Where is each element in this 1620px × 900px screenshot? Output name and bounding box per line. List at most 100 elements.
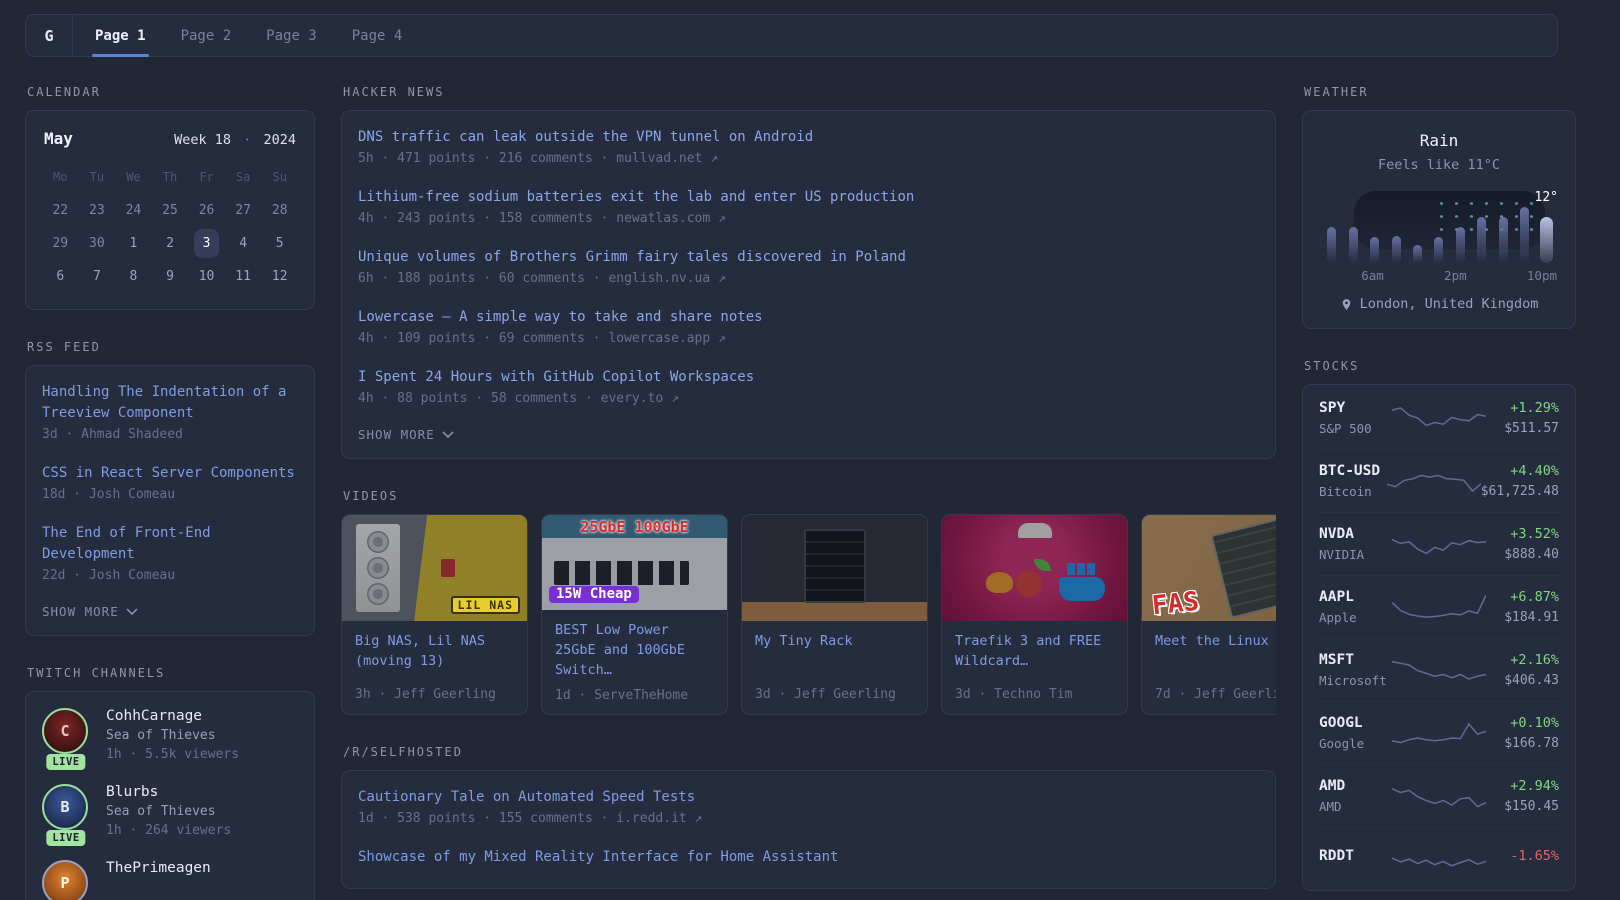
avatar-initial: C [60, 722, 69, 740]
weather-widget: WEATHER Rain Feels like 11°C [1302, 85, 1576, 329]
video-card: 25GbE 100GbE 15W Cheap BEST Low Power 25… [541, 514, 728, 715]
stock-row[interactable]: AMD AMD +2.94% $150.45 [1319, 764, 1559, 827]
calendar-card: May Week 18 · 2024 Mo Tu We Th Fr [25, 110, 315, 310]
weather-bar [1434, 237, 1443, 263]
rss-item-title[interactable]: The End of Front-End Development [42, 523, 298, 565]
hn-item-title[interactable]: Lowercase – A simple way to take and sha… [358, 307, 1259, 328]
stock-price: $406.43 [1486, 673, 1559, 688]
video-title[interactable]: BEST Low Power 25GbE and 100GbE Switch… [542, 610, 727, 680]
calendar-day: 6 [42, 260, 79, 293]
stock-row[interactable]: MSFT Microsoft +2.16% $406.43 [1319, 638, 1559, 701]
chevron-down-icon [126, 608, 138, 616]
stock-row[interactable]: NVDA NVIDIA +3.52% $888.40 [1319, 512, 1559, 575]
video-title[interactable]: Meet the Linux Clu [1142, 621, 1276, 651]
rss-item: The End of Front-End Development 22d · J… [42, 523, 298, 583]
weather-bar [1499, 217, 1508, 263]
stock-ticker: NVDA [1319, 526, 1392, 542]
weekday-header: We [115, 162, 152, 194]
weather-bar [1349, 227, 1358, 263]
hn-item-meta: 4h · 109 points · 69 comments · lowercas… [358, 331, 1259, 346]
tab-page-4[interactable]: Page 4 [352, 15, 403, 56]
selected-day-number: 3 [194, 229, 220, 258]
video-card: FAS Meet the Linux Clu 7d · Jeff Geerlin… [1141, 514, 1276, 715]
app-logo[interactable]: G [26, 15, 73, 56]
twitch-channel-row: B LIVE Blurbs Sea of Thieves 1h · 264 vi… [42, 784, 298, 838]
hn-item-title[interactable]: I Spent 24 Hours with GitHub Copilot Wor… [358, 367, 1259, 388]
hn-show-more-button[interactable]: SHOW MORE [358, 427, 1259, 442]
calendar-day: 28 [261, 194, 298, 227]
video-thumbnail[interactable]: LIL NAS [342, 515, 527, 621]
stock-row[interactable]: BTC-USD Bitcoin +4.40% $61,725.48 [1319, 449, 1559, 512]
stock-row[interactable]: AAPL Apple +6.87% $184.91 [1319, 575, 1559, 638]
rss-item-title[interactable]: Handling The Indentation of a Treeview C… [42, 382, 298, 424]
avatar[interactable]: B [42, 784, 88, 830]
thumbnail-art [1034, 559, 1051, 571]
videos-carousel: LIL NAS Big NAS, Lil NAS (moving 13) 3h … [341, 514, 1276, 715]
calendar-grid: Mo Tu We Th Fr Sa Su 22 23 24 25 26 27 2… [42, 162, 298, 293]
calendar-day: 23 [79, 194, 116, 227]
reddit-item-title[interactable]: Showcase of my Mixed Reality Interface f… [358, 847, 1259, 868]
rss-card: Handling The Indentation of a Treeview C… [25, 365, 315, 636]
thumbnail-text: FAS [1151, 587, 1201, 621]
video-thumbnail[interactable] [742, 515, 927, 621]
twitch-channel-name[interactable]: ThePrimeagen [106, 860, 211, 876]
show-more-label: SHOW MORE [42, 604, 119, 619]
weekday-header: Tu [79, 162, 116, 194]
reddit-item-meta: 1d · 538 points · 155 comments · i.redd.… [358, 811, 1259, 826]
stock-name: Google [1319, 736, 1392, 751]
video-thumbnail[interactable] [942, 515, 1127, 621]
calendar-day: 2 [152, 227, 189, 260]
thumbnail-art [1016, 571, 1042, 597]
tab-page-2[interactable]: Page 2 [181, 15, 232, 56]
reddit-item-title[interactable]: Cautionary Tale on Automated Speed Tests [358, 787, 1259, 808]
twitch-channel-name[interactable]: CohhCarnage [106, 708, 239, 724]
rss-item-title[interactable]: CSS in React Server Components [42, 463, 298, 484]
hn-item-title[interactable]: Unique volumes of Brothers Grimm fairy t… [358, 247, 1259, 268]
stock-row[interactable]: GOOGL Google +0.10% $166.78 [1319, 701, 1559, 764]
twitch-game: Sea of Thieves [106, 728, 239, 743]
hn-item-meta: 4h · 88 points · 58 comments · every.to … [358, 391, 1259, 406]
stock-name: S&P 500 [1319, 421, 1392, 436]
avatar[interactable]: P [42, 860, 88, 900]
stock-row[interactable]: SPY S&P 500 +1.29% $511.57 [1319, 387, 1559, 449]
hackernews-section-label: HACKER NEWS [343, 85, 1276, 99]
thumbnail-art [1067, 563, 1097, 575]
weather-hourly-chart: 12° 6am 2pm 10pm [1321, 187, 1557, 283]
weather-axis-labels: 6am 2pm 10pm [1321, 268, 1557, 283]
tab-page-3[interactable]: Page 3 [266, 15, 317, 56]
stock-change: -1.65% [1486, 848, 1559, 864]
tab-page-1[interactable]: Page 1 [95, 15, 146, 56]
weather-bar [1520, 207, 1529, 263]
video-title[interactable]: Big NAS, Lil NAS (moving 13) [342, 621, 527, 671]
calendar-day: 22 [42, 194, 79, 227]
hn-item-title[interactable]: Lithium-free sodium batteries exit the l… [358, 187, 1259, 208]
calendar-day: 7 [79, 260, 116, 293]
stock-price: $150.45 [1486, 799, 1559, 814]
video-thumbnail[interactable]: FAS [1142, 515, 1276, 621]
twitch-channel-row: P ThePrimeagen [42, 860, 298, 900]
video-thumbnail[interactable]: 25GbE 100GbE 15W Cheap [542, 515, 727, 610]
hn-item-title[interactable]: DNS traffic can leak outside the VPN tun… [358, 127, 1259, 148]
stock-change: +4.40% [1481, 463, 1559, 479]
video-title[interactable]: Traefik 3 and FREE Wildcard… [942, 621, 1127, 671]
rss-section-label: RSS FEED [27, 340, 315, 354]
video-card: LIL NAS Big NAS, Lil NAS (moving 13) 3h … [341, 514, 528, 715]
show-more-label: SHOW MORE [358, 427, 435, 442]
stock-row[interactable]: RDDT -1.65% [1319, 827, 1559, 888]
rss-show-more-button[interactable]: SHOW MORE [42, 604, 298, 619]
calendar-day: 8 [115, 260, 152, 293]
hn-item-meta: 5h · 471 points · 216 comments · mullvad… [358, 151, 1259, 166]
hn-item-meta: 4h · 243 points · 158 comments · newatla… [358, 211, 1259, 226]
weather-condition: Rain [1319, 127, 1559, 150]
twitch-channel-name[interactable]: Blurbs [106, 784, 231, 800]
thumbnail-art [367, 583, 389, 605]
calendar-day: 24 [115, 194, 152, 227]
weather-bar-current [1540, 217, 1553, 263]
location-pin-icon [1340, 298, 1353, 311]
video-title[interactable]: My Tiny Rack [742, 621, 927, 651]
stock-ticker: GOOGL [1319, 715, 1392, 731]
calendar-day: 29 [42, 227, 79, 260]
stock-price: $511.57 [1486, 421, 1559, 436]
video-meta: 3d · Jeff Geerling [742, 679, 927, 714]
avatar[interactable]: C [42, 708, 88, 754]
